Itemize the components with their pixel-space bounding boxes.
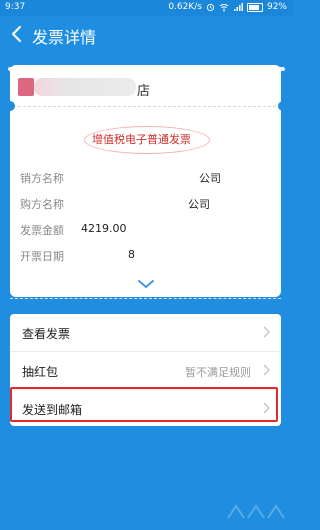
page-title: 发票详情 <box>32 28 97 47</box>
chevron-right-icon <box>263 326 271 338</box>
watermark-icon <box>227 504 285 519</box>
seller-name-value: 公司 <box>199 172 221 185</box>
issue-date-value: 8 <box>128 248 135 261</box>
buyer-name-label: 购方名称 <box>20 198 64 211</box>
battery-level: 92% <box>266 2 287 12</box>
status-bar: 9:37 0.62K/s 92% <box>0 0 293 16</box>
invoice-type: 增值税电子普通发票 <box>92 133 191 146</box>
back-arrow-icon[interactable] <box>10 24 24 44</box>
ticket-notch-right <box>278 101 288 111</box>
seller-name-label: 销方名称 <box>20 172 64 185</box>
red-packet-status: 暂不满足规则 <box>185 366 251 379</box>
invoice-amount-value: 4219.00 <box>81 222 127 235</box>
divider <box>10 298 281 299</box>
signal-icon <box>233 2 243 11</box>
wifi-icon <box>219 3 229 12</box>
expand-chevron-icon[interactable] <box>137 279 155 289</box>
network-speed: 0.62K/s <box>168 2 202 12</box>
ticket-notch-left <box>5 101 15 111</box>
alarm-icon <box>206 3 215 11</box>
battery-icon <box>246 2 263 12</box>
divider <box>18 106 276 107</box>
red-packet-item[interactable]: 抽红包 暂不满足规则 <box>10 352 281 389</box>
chevron-right-icon <box>263 364 271 376</box>
invoice-amount-label: 发票金额 <box>20 224 64 237</box>
shop-name-suffix: 店 <box>137 84 151 99</box>
red-packet-label: 抽红包 <box>22 365 59 379</box>
status-time: 9:37 <box>5 2 26 12</box>
buyer-name-value: 公司 <box>188 198 210 211</box>
view-invoice-item[interactable]: 查看发票 <box>10 314 281 351</box>
status-icons: 0.62K/s 92% <box>168 2 287 12</box>
issue-date-label: 开票日期 <box>20 250 64 263</box>
view-invoice-label: 查看发票 <box>22 327 71 341</box>
send-to-email-highlight <box>10 387 278 422</box>
shop-name-blurred <box>16 78 144 98</box>
title-bar: 发票详情 <box>0 16 293 52</box>
